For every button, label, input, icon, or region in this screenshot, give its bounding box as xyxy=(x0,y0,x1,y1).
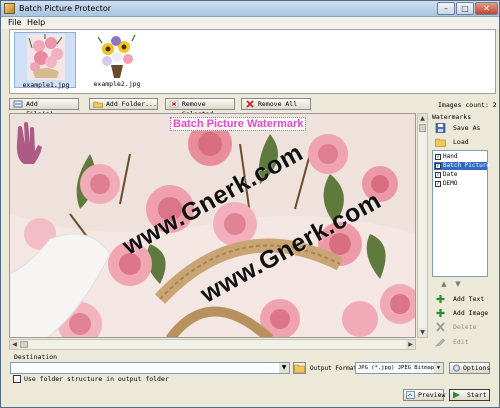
thumbnail-label: example2.jpg xyxy=(93,80,141,88)
watermark-item-label: Hand xyxy=(443,153,458,160)
menu-help[interactable]: Help xyxy=(27,18,45,27)
scroll-thumb[interactable] xyxy=(419,124,426,132)
delete-icon xyxy=(436,322,445,332)
destination-input[interactable]: ▼ xyxy=(10,362,290,374)
watermark-item-label: DEMO xyxy=(443,180,458,187)
remove-all-button[interactable]: Remove All xyxy=(241,98,311,110)
use-folder-structure-label: Use folder structure in output folder xyxy=(24,375,169,383)
preview-icon xyxy=(406,391,415,399)
maximize-button[interactable]: □ xyxy=(456,2,474,15)
start-icon xyxy=(453,391,460,399)
checkbox-unchecked-icon[interactable] xyxy=(13,375,21,383)
watermark-title-text[interactable]: Batch Picture Watermark xyxy=(170,117,307,131)
add-folder-icon xyxy=(93,101,103,108)
options-button[interactable]: Options xyxy=(449,362,490,374)
checkbox-checked-icon[interactable]: ✓ xyxy=(435,181,441,187)
scroll-down-icon[interactable]: ▼ xyxy=(418,328,427,337)
output-format-label: Output Format xyxy=(310,365,357,372)
add-image-label: Add Image xyxy=(453,309,489,317)
scroll-left-icon[interactable]: ◀ xyxy=(10,340,19,349)
scroll-right-icon[interactable]: ▶ xyxy=(406,340,415,349)
watermarks-title: Watermarks xyxy=(432,113,472,121)
watermark-list-item[interactable]: ✓ Hand xyxy=(434,153,487,161)
title-bar: Batch Picture Protector – □ ✕ xyxy=(1,1,499,17)
preview-vertical-scrollbar[interactable]: ▲ ▼ xyxy=(417,113,428,338)
folder-icon xyxy=(294,364,305,373)
options-icon xyxy=(452,364,461,372)
app-icon xyxy=(4,3,15,14)
add-text-label: Add Text xyxy=(453,295,485,303)
add-text-button[interactable]: Add Text xyxy=(435,293,484,305)
start-button[interactable]: Start xyxy=(449,389,490,401)
checkbox-checked-icon[interactable]: ✓ xyxy=(435,163,441,169)
browse-folder-button[interactable] xyxy=(293,362,306,374)
checkbox-checked-icon[interactable]: ✓ xyxy=(435,154,441,160)
thumbnail-strip[interactable]: example1.jpg example2.jpg xyxy=(9,29,496,94)
app-window: Batch Picture Protector – □ ✕ File Help … xyxy=(0,0,500,408)
add-folder-button[interactable]: Add Folder... xyxy=(89,98,158,110)
chevron-down-icon[interactable]: ▼ xyxy=(279,363,289,373)
output-format-select[interactable]: JPG (*.jpg) JPEG Bitmap ▼ xyxy=(355,362,444,374)
watermark-list-item[interactable]: ✓ DEMO xyxy=(434,180,487,188)
save-icon xyxy=(435,123,446,133)
thumbnail-label: example1.jpg xyxy=(22,81,70,89)
add-files-button[interactable]: Add File(s)... xyxy=(9,98,79,118)
remove-selected-button[interactable]: Remove Selected xyxy=(165,98,235,118)
thumbnail-image xyxy=(27,34,65,80)
save-as-button[interactable]: Save As xyxy=(435,122,480,134)
scroll-up-icon[interactable]: ▲ xyxy=(418,114,427,123)
edit-icon xyxy=(435,338,445,347)
edit-button[interactable]: Edit xyxy=(435,336,469,348)
image-preview[interactable]: Batch Picture Watermark www.Gnerk.com ww… xyxy=(9,113,416,338)
menu-file[interactable]: File xyxy=(8,18,21,27)
scroll-thumb[interactable] xyxy=(20,341,28,348)
remove-all-label: Remove All xyxy=(258,100,298,108)
preview-label: Preview xyxy=(418,391,446,399)
start-label: Start xyxy=(467,391,487,399)
thumbnail-image xyxy=(98,33,136,79)
close-button[interactable]: ✕ xyxy=(475,2,498,15)
watermark-list-item[interactable]: ✓ Date xyxy=(434,171,487,179)
load-label: Load xyxy=(453,138,469,146)
use-folder-structure-checkbox[interactable]: Use folder structure in output folder xyxy=(13,375,263,385)
add-file-icon xyxy=(13,100,23,108)
destination-label: Destination xyxy=(14,353,58,361)
minimize-button[interactable]: – xyxy=(437,2,455,15)
checkbox-checked-icon[interactable]: ✓ xyxy=(435,172,441,178)
chevron-down-icon[interactable]: ▼ xyxy=(434,363,443,373)
watermark-list[interactable]: ✓ Hand ✓ Batch Picture ✓ Date ✓ DEMO xyxy=(432,150,490,277)
remove-all-icon xyxy=(246,100,254,108)
preview-button[interactable]: Preview xyxy=(403,389,446,401)
watermark-list-item[interactable]: ✓ Batch Picture xyxy=(434,162,490,170)
thumbnail-item-1[interactable]: example1.jpg xyxy=(14,32,76,89)
delete-label: Delete xyxy=(453,323,477,331)
add-text-icon xyxy=(436,295,445,303)
window-title: Batch Picture Protector xyxy=(19,4,112,13)
menu-bar: File Help xyxy=(1,17,499,29)
options-label: Options xyxy=(463,364,491,372)
add-folder-label: Add Folder... xyxy=(106,100,157,108)
images-count: Images count: 2 xyxy=(438,101,497,109)
edit-label: Edit xyxy=(453,338,469,346)
delete-button[interactable]: Delete xyxy=(435,321,476,333)
thumbnail-item-2[interactable]: example2.jpg xyxy=(86,32,148,88)
move-down-icon[interactable]: ▼ xyxy=(453,280,463,289)
load-folder-icon xyxy=(435,138,446,147)
add-image-button[interactable]: Add Image xyxy=(435,307,488,319)
add-image-icon xyxy=(436,309,445,317)
watermark-item-label: Date xyxy=(443,171,458,178)
save-as-label: Save As xyxy=(453,124,481,132)
output-format-value: JPG (*.jpg) JPEG Bitmap xyxy=(358,365,435,371)
preview-horizontal-scrollbar[interactable]: ◀ ▶ xyxy=(9,339,416,350)
move-up-icon[interactable]: ▲ xyxy=(439,280,449,289)
load-button[interactable]: Load xyxy=(435,136,469,148)
watermark-item-label: Batch Picture xyxy=(443,162,490,169)
remove-icon xyxy=(169,100,179,108)
